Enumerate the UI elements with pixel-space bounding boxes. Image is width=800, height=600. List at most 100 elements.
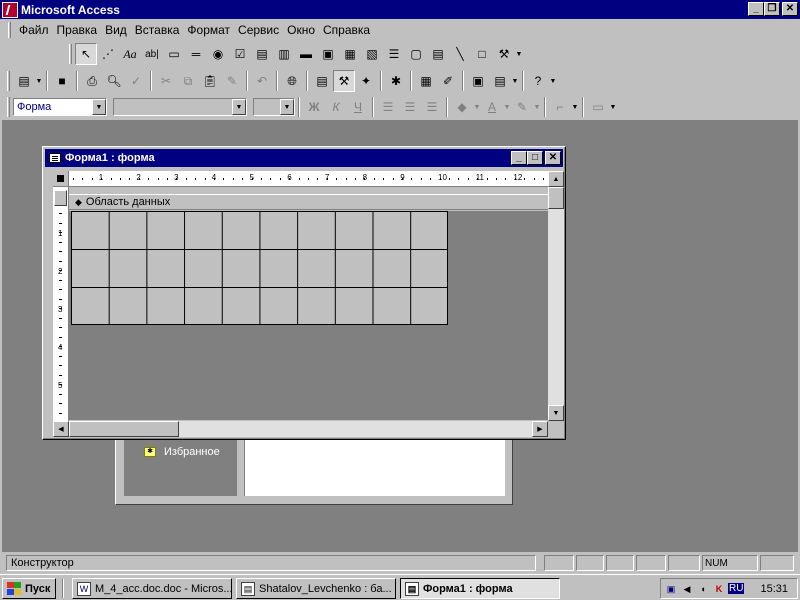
- special-effect-dropdown-icon[interactable]: ▼: [609, 104, 617, 111]
- menu-help[interactable]: Справка: [319, 23, 374, 37]
- font-color-dropdown-icon[interactable]: ▼: [503, 104, 511, 111]
- build-icon[interactable]: ✐: [437, 70, 459, 92]
- toolbox-more-arrow-icon[interactable]: ▼: [515, 51, 523, 58]
- label-icon[interactable]: Aa: [119, 43, 141, 65]
- menu-format[interactable]: Формат: [183, 23, 234, 37]
- scroll-left-icon[interactable]: ◀: [53, 421, 69, 437]
- line-color-icon[interactable]: ✎: [511, 96, 533, 118]
- save-icon[interactable]: ■: [51, 70, 73, 92]
- format-grip[interactable]: [7, 97, 10, 117]
- form-maximize-button[interactable]: □: [527, 151, 543, 165]
- start-button[interactable]: Пуск: [2, 578, 56, 599]
- line-icon[interactable]: ╲: [449, 43, 471, 65]
- keyboard-switcher-icon[interactable]: K: [712, 582, 726, 596]
- design-surface[interactable]: [69, 211, 548, 420]
- combobox-icon[interactable]: ▤: [251, 43, 273, 65]
- help-dropdown-icon[interactable]: ▼: [549, 78, 557, 85]
- field-list-icon[interactable]: ▤: [311, 70, 333, 92]
- subform-icon[interactable]: ▤: [427, 43, 449, 65]
- cut-icon[interactable]: ✂: [155, 70, 177, 92]
- bound-object-icon[interactable]: ▧: [361, 43, 383, 65]
- format-painter-icon[interactable]: ✎: [221, 70, 243, 92]
- option-button-icon[interactable]: ◉: [207, 43, 229, 65]
- form-design-window[interactable]: Форма1 : форма _ □ ✕ 123456789101112 1 2 3…: [42, 146, 566, 440]
- horizontal-ruler[interactable]: 123456789101112: [53, 171, 548, 187]
- form-selector[interactable]: [53, 171, 69, 187]
- task-form[interactable]: ▤ Форма1 : форма: [400, 578, 560, 599]
- section-selector[interactable]: [54, 190, 67, 206]
- print-preview-icon[interactable]: 🔍︎: [103, 70, 125, 92]
- chevron-down-icon[interactable]: ▼: [280, 99, 294, 115]
- horizontal-scrollbar[interactable]: ◀ ▶: [53, 421, 548, 437]
- menu-edit[interactable]: Правка: [53, 23, 102, 37]
- scroll-right-icon[interactable]: ▶: [532, 421, 548, 437]
- object-select[interactable]: Форма ▼: [13, 98, 107, 116]
- clock[interactable]: 15:31: [760, 583, 788, 595]
- menu-window[interactable]: Окно: [283, 23, 319, 37]
- detail-grid[interactable]: [71, 211, 448, 325]
- database-window-icon[interactable]: ▣: [467, 70, 489, 92]
- access-key-icon[interactable]: [2, 1, 18, 18]
- select-objects-icon[interactable]: ↖: [75, 43, 97, 65]
- fill-color-icon[interactable]: ◆: [451, 96, 473, 118]
- chevron-down-icon[interactable]: ▼: [232, 99, 246, 115]
- design-grip[interactable]: [7, 71, 10, 91]
- mouse-icon[interactable]: ◖: [696, 582, 710, 596]
- line-width-dropdown-icon[interactable]: ▼: [571, 104, 579, 111]
- language-indicator[interactable]: RU: [728, 583, 745, 594]
- vertical-scroll-thumb[interactable]: [548, 187, 564, 209]
- scroll-up-icon[interactable]: ▲: [548, 171, 564, 187]
- checkbox-icon[interactable]: ☑: [229, 43, 251, 65]
- app-title-bar[interactable]: Microsoft Access _ ❐ ✕: [0, 0, 800, 19]
- view-dropdown-icon[interactable]: ▼: [35, 78, 43, 85]
- more-controls-icon[interactable]: ⚒: [493, 43, 515, 65]
- print-icon[interactable]: ⎙: [81, 70, 103, 92]
- volume-icon[interactable]: ◀: [680, 582, 694, 596]
- page-break-icon[interactable]: ☰: [383, 43, 405, 65]
- minimize-button[interactable]: _: [748, 2, 764, 16]
- form-minimize-button[interactable]: _: [511, 151, 527, 165]
- tab-control-icon[interactable]: ▢: [405, 43, 427, 65]
- listbox-icon[interactable]: ▥: [273, 43, 295, 65]
- fill-color-dropdown-icon[interactable]: ▼: [473, 104, 481, 111]
- chevron-down-icon[interactable]: ▼: [92, 99, 106, 115]
- underline-button[interactable]: Ч: [347, 96, 369, 118]
- copy-icon[interactable]: ⧉: [177, 70, 199, 92]
- vertical-scrollbar[interactable]: ▲ ▼: [548, 171, 564, 421]
- detail-section-header[interactable]: ◆ Область данных: [69, 194, 548, 210]
- toggle-button-icon[interactable]: ═: [185, 43, 207, 65]
- favorites-group[interactable]: ✱ Избранное: [144, 446, 220, 458]
- font-color-icon[interactable]: A: [481, 96, 503, 118]
- align-center-icon[interactable]: ☰: [399, 96, 421, 118]
- new-object-icon[interactable]: ▤: [489, 70, 511, 92]
- vertical-ruler[interactable]: 1 2 3 4 5: [53, 187, 69, 423]
- task-word-document[interactable]: W M_4_acc.doc.doc - Micros...: [72, 578, 232, 599]
- command-button-icon[interactable]: ▬: [295, 43, 317, 65]
- align-right-icon[interactable]: ☰: [421, 96, 443, 118]
- rectangle-icon[interactable]: □: [471, 43, 493, 65]
- hyperlink-icon[interactable]: 🌐︎: [281, 70, 303, 92]
- close-button[interactable]: ✕: [782, 2, 798, 16]
- spelling-icon[interactable]: ✓: [125, 70, 147, 92]
- form-close-button[interactable]: ✕: [545, 151, 561, 165]
- menu-tools[interactable]: Сервис: [234, 23, 283, 37]
- italic-button[interactable]: К: [325, 96, 347, 118]
- new-object-dropdown-icon[interactable]: ▼: [511, 78, 519, 85]
- menu-insert[interactable]: Вставка: [131, 23, 184, 37]
- toolbox-grip[interactable]: [69, 44, 72, 64]
- undo-icon[interactable]: ↶: [251, 70, 273, 92]
- paste-icon[interactable]: 📋︎: [199, 70, 221, 92]
- toolbox-toggle-icon[interactable]: ⚒: [333, 70, 355, 92]
- font-name-select[interactable]: ▼: [113, 98, 247, 116]
- menu-grip[interactable]: [8, 22, 11, 38]
- menu-file[interactable]: Файл: [15, 23, 53, 37]
- align-left-icon[interactable]: ☰: [377, 96, 399, 118]
- autoformat-icon[interactable]: ✦: [355, 70, 377, 92]
- form-title-bar[interactable]: Форма1 : форма _ □ ✕: [45, 149, 563, 167]
- font-size-select[interactable]: ▼: [253, 98, 295, 116]
- form-icon[interactable]: [49, 153, 61, 163]
- bold-button[interactable]: Ж: [303, 96, 325, 118]
- control-wizards-icon[interactable]: ⋰: [97, 43, 119, 65]
- horizontal-scroll-thumb[interactable]: [69, 421, 179, 437]
- help-icon[interactable]: ?: [527, 70, 549, 92]
